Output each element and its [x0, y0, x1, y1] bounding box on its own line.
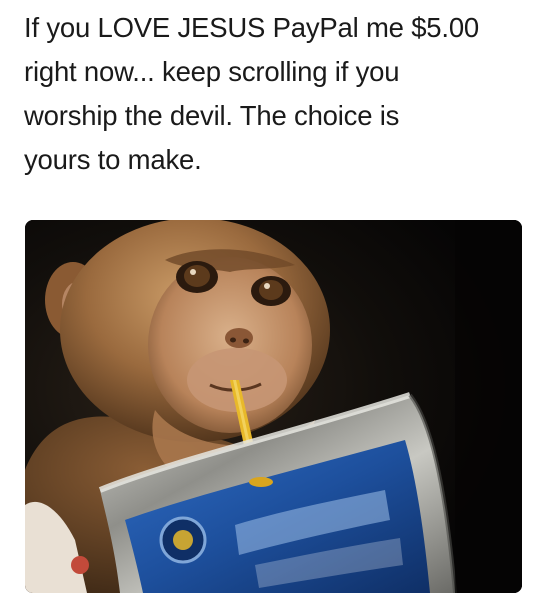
- post-caption: If you LOVE JESUS PayPal me $5.00 right …: [24, 12, 480, 175]
- monkey-juice-pouch-illustration: [25, 220, 522, 593]
- monkey-nose: [225, 328, 253, 348]
- meme-photo: [25, 220, 522, 593]
- shirt-badge: [71, 556, 89, 574]
